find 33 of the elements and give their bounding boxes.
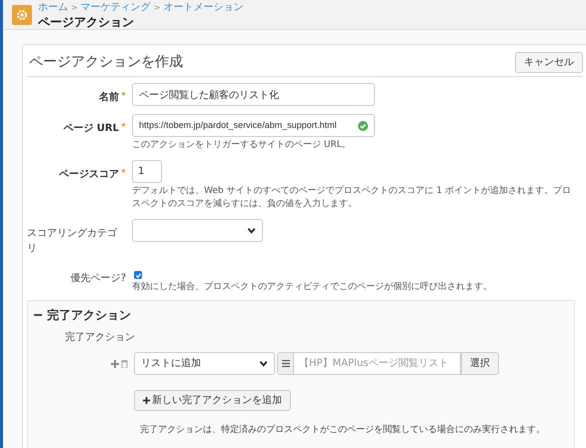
help-text: 有効にした場合、プロスペクトのアクティビティでこのページが個別に呼び出されます。 [132,281,493,294]
help-text: デフォルトでは、Web サイトのすべてのページでプロスペクトのスコアに 1 ポイントが追加されます。プロスペクトのスコアを減らすには、負の値を入力します。 [132,185,572,211]
form-title: ページアクションを作成 [29,53,183,72]
plus-icon [143,397,150,404]
trash-icon[interactable] [121,360,128,368]
chevron-down-icon [247,226,256,235]
name-field[interactable]: ページ閲覧した顧客のリスト化 [132,83,375,106]
add-action-button[interactable]: 新しい完了アクションを追加 [134,390,291,411]
chevron-down-icon [259,359,268,368]
url-field[interactable]: https://tobem.jp/pardot_service/abm_support.html [132,114,375,137]
page-title: ページアクション [38,15,135,29]
cancel-button[interactable]: キャンセル [515,52,583,73]
section-toggle[interactable]: 完了アクション [34,306,131,324]
help-text: このアクションをトリガーするサイトのページ URL。 [132,139,352,152]
list-field[interactable]: 【HP】MAPlusページ閲覧リスト [277,352,461,375]
url-value: https://tobem.jp/pardot_service/abm_support.html [139,118,337,132]
list-icon [282,360,290,367]
field-label: スコアリングカテゴリ [27,227,118,256]
breadcrumb-separator: > [154,2,160,14]
minus-icon [34,311,42,319]
field-label: ページ URL [63,122,119,136]
subsection-label: 完了アクション [65,330,136,345]
field-label: 優先ページ? [70,272,126,286]
field-label: ページスコア [59,168,119,182]
note-text: 完了アクションは、特定済みのプロスペクトがこのページを閲覧している場合にのみ実行されます。 [140,424,546,437]
action-select[interactable]: リストに追加 [134,352,275,375]
select-button[interactable]: 選択 [461,352,499,375]
priority-checkbox[interactable] [134,271,142,279]
breadcrumb-separator: > [71,2,78,14]
plus-icon[interactable] [111,360,119,368]
score-field[interactable]: 1 [132,160,162,183]
gear-icon [12,4,32,24]
field-label: 名前 [99,90,119,105]
